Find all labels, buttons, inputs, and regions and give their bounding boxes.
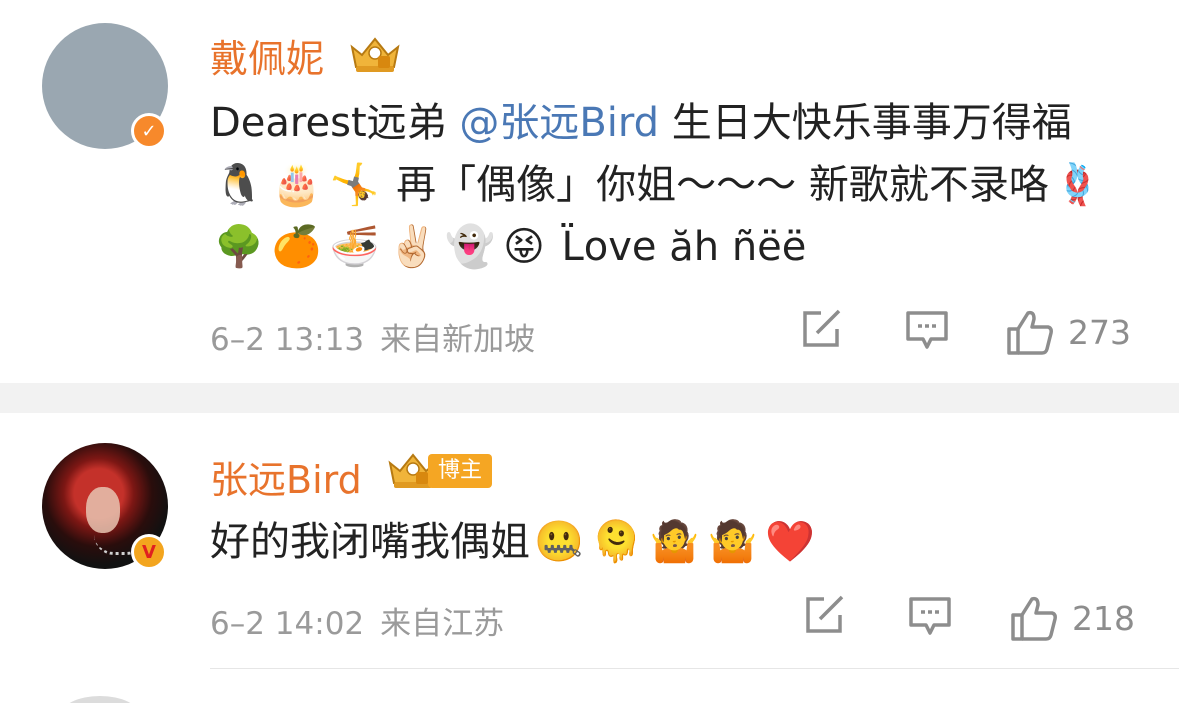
knot-emoji: 🪢 bbox=[1052, 162, 1103, 208]
verified-badge-icon: ✓ bbox=[131, 113, 167, 149]
penguin-emoji: 🐧 bbox=[214, 162, 264, 208]
crown-icon[interactable] bbox=[348, 33, 402, 75]
comment-divider bbox=[210, 668, 1179, 669]
comment-location: 来自新加坡 bbox=[380, 322, 536, 358]
like-icon bbox=[1011, 596, 1057, 641]
tree-emoji: 🌳 bbox=[214, 224, 264, 270]
like-button[interactable]: 218 bbox=[1010, 595, 1135, 641]
shrug-emoji: 🤷 bbox=[649, 519, 700, 565]
author-name[interactable]: 戴佩妮 bbox=[210, 28, 324, 83]
comment-item: ✓ 戴佩妮 Dearest远弟 @张远Bird 生日大快乐事事万得福 🐧 🎂 🤸 再… bbox=[0, 0, 1179, 383]
repost-icon bbox=[806, 595, 844, 633]
cake-emoji: 🎂 bbox=[271, 162, 322, 208]
author-name[interactable]: 张远Bird bbox=[210, 449, 362, 504]
repost-icon bbox=[803, 309, 841, 347]
comment-location: 来自江苏 bbox=[380, 606, 505, 642]
comment-item: V 张远Bird 博主 好的我闭嘴我偶姐 🤐 🫠 🤷 🤷 ❤️ 6–2 14:02 来自江苏… bbox=[0, 413, 1179, 668]
like-count: 273 bbox=[1068, 312, 1131, 352]
orange-emoji: 🍊 bbox=[271, 224, 322, 270]
gymnast-emoji: 🤸 bbox=[329, 162, 380, 208]
avatar[interactable] bbox=[60, 696, 140, 703]
section-divider bbox=[0, 383, 1179, 413]
comment-date: 6–2 13:13 bbox=[210, 322, 365, 358]
comment-meta: 6–2 14:02 来自江苏 bbox=[210, 598, 504, 643]
reply-icon bbox=[906, 311, 948, 349]
like-icon bbox=[1007, 310, 1053, 355]
shrug-emoji: 🤷 bbox=[707, 519, 758, 565]
reply-button[interactable] bbox=[905, 309, 949, 353]
mention-link[interactable]: @张远Bird bbox=[459, 100, 659, 146]
verified-badge-icon: V bbox=[131, 534, 167, 570]
reply-icon bbox=[909, 597, 951, 635]
repost-button[interactable] bbox=[804, 595, 846, 635]
repost-button[interactable] bbox=[801, 309, 843, 349]
like-button[interactable]: 273 bbox=[1006, 309, 1131, 355]
comment-text: 好的我闭嘴我偶姐 🤐 🫠 🤷 🤷 ❤️ bbox=[210, 511, 1110, 573]
victory-hand-emoji: ✌🏻 bbox=[387, 224, 438, 270]
zipper-mouth-emoji: 🤐 bbox=[534, 519, 584, 565]
comment-meta: 6–2 13:13 来自新加坡 bbox=[210, 314, 535, 359]
comment-text: Dearest远弟 @张远Bird 生日大快乐事事万得福 🐧 🎂 🤸 再「偶像」你姐… bbox=[210, 92, 1110, 278]
ghost-emoji: 👻 bbox=[445, 224, 496, 270]
avatar-face bbox=[86, 487, 120, 533]
reply-button[interactable] bbox=[908, 595, 952, 639]
blogger-tag: 博主 bbox=[428, 454, 493, 488]
heart-emoji: ❤️ bbox=[765, 519, 816, 565]
comment-date: 6–2 14:02 bbox=[210, 606, 365, 642]
tongue-face-emoji: 😝 bbox=[503, 224, 545, 270]
noodle-emoji: 🍜 bbox=[329, 224, 380, 270]
like-count: 218 bbox=[1072, 598, 1135, 638]
melting-face-emoji: 🫠 bbox=[591, 519, 642, 565]
